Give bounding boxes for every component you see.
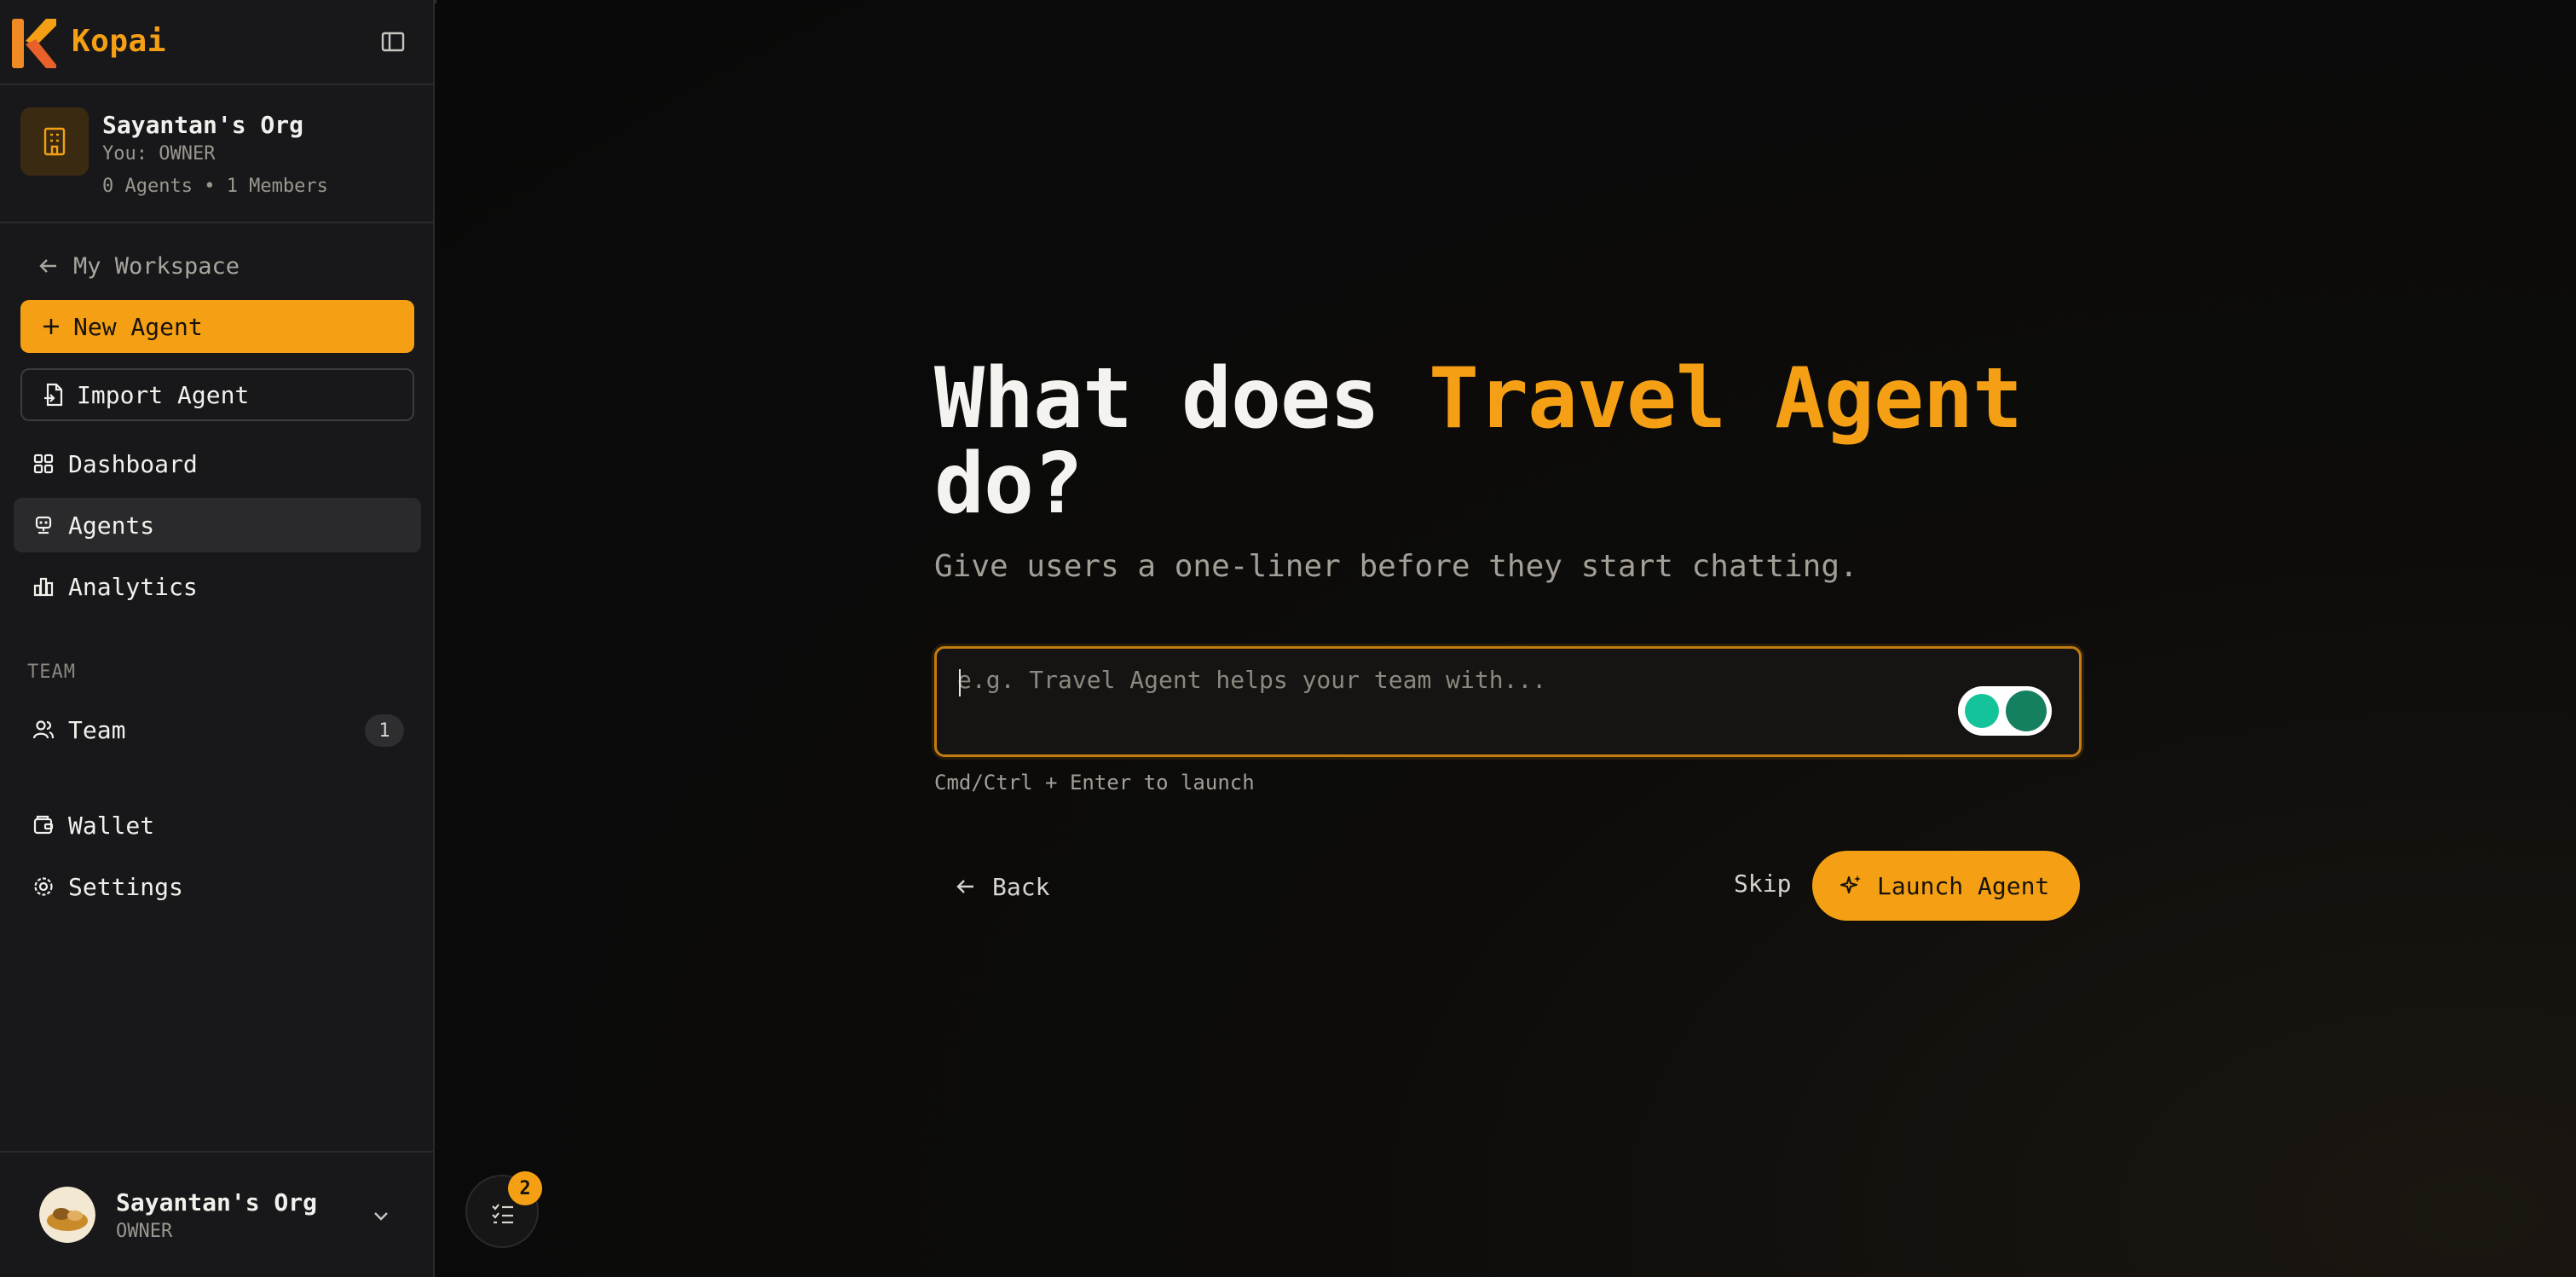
sidebar-item-label: Analytics [68,572,198,601]
chevron-down-icon [374,1212,388,1221]
sidebar-item-agents[interactable]: Agents [14,498,421,552]
sidebar-item-label: Dashboard [68,449,198,478]
description-input[interactable] [957,666,1938,743]
launch-agent-button[interactable]: Launch Agent [1812,851,2080,921]
main-content [436,0,2576,1277]
page-title: What does Travel Agent do? [934,356,2042,527]
wallet-icon [33,815,54,835]
brand-name: Kopai [72,24,166,59]
grid-icon [33,454,54,474]
new-agent-button[interactable]: New Agent [20,300,414,353]
sidebar-item-label: Wallet [68,811,155,840]
new-agent-label: New Agent [73,312,203,341]
text-cursor [959,669,961,696]
page-subtitle: Give users a one-liner before they start… [934,549,1858,584]
arrow-left-icon [956,880,973,893]
launch-agent-label: Launch Agent [1877,871,2050,900]
sidebar-item-dashboard[interactable]: Dashboard [14,436,421,491]
account-role: OWNER [116,1221,173,1242]
title-prefix: What does [934,350,1430,448]
org-name: Sayantan's Org [102,111,304,139]
account-switcher[interactable]: Sayantan's Org OWNER [0,1151,435,1277]
section-label-team: TEAM [27,662,76,683]
my-workspace-link[interactable]: My Workspace [38,249,240,283]
sparkles-icon [1840,875,1861,894]
bot-icon [35,516,52,534]
gear-icon [34,877,53,896]
sidebar-header: Kopai [0,0,435,85]
sidebar-item-analytics[interactable]: Analytics [14,559,421,614]
sidebar-item-label: Settings [68,872,183,901]
kopai-logo-icon [12,19,56,68]
account-name: Sayantan's Org [116,1188,318,1216]
sidebar-item-label: Agents [68,511,155,540]
grammarly-extension-widget[interactable] [1958,686,2052,736]
title-agent-name: Travel Agent [1429,350,2023,448]
sidebar-item-settings[interactable]: Settings [14,859,421,914]
file-import-icon [44,383,63,407]
import-agent-label: Import Agent [77,380,250,409]
avatar [39,1187,95,1243]
sidebar: Kopai Sayantan's Org You: OWNER 0 Agents [0,0,435,1277]
org-stats: 0 Agents • 1 Members [102,176,328,197]
back-label: Back [992,872,1050,901]
sidebar-toggle-icon[interactable] [380,29,406,55]
description-input-wrapper [934,646,2082,757]
team-count-badge: 1 [365,714,404,747]
users-icon [32,720,55,739]
list-checks-icon [492,1204,513,1224]
sidebar-item-team[interactable]: Team 1 [14,702,421,757]
app-window: Kopai Sayantan's Org You: OWNER 0 Agents [0,0,2576,1277]
sidebar-item-wallet[interactable]: Wallet [14,798,421,852]
building-icon [43,127,66,156]
my-workspace-label: My Workspace [73,252,240,280]
org-role: You: OWNER [102,143,216,165]
bar-chart-icon [33,577,54,597]
org-card[interactable]: Sayantan's Org You: OWNER 0 Agents • 1 M… [0,87,435,223]
tasks-count-badge: 2 [508,1171,542,1205]
org-avatar [20,107,89,176]
back-button[interactable]: Back [955,868,1049,905]
launch-shortcut-hint: Cmd/Ctrl + Enter to launch [934,771,1255,795]
arrow-left-icon [39,259,56,273]
title-suffix: do? [934,436,1083,533]
grammarly-icon [2006,691,2047,731]
import-agent-button[interactable]: Import Agent [20,368,414,421]
lightbulb-icon [1965,694,1999,728]
sidebar-item-label: Team [68,715,126,744]
plus-icon [43,319,59,334]
skip-button[interactable]: Skip [1734,870,1791,898]
